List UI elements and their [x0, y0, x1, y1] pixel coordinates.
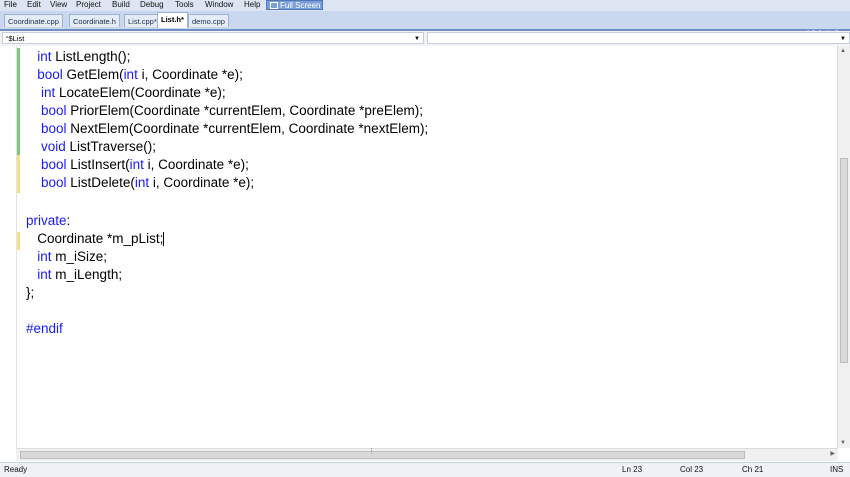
editor-margin	[0, 46, 17, 448]
code-line: bool GetElem(int i, Coordinate *e);	[37, 67, 243, 82]
code-line: int LocateElem(Coordinate *e);	[41, 85, 226, 100]
menu-edit[interactable]: Edit	[27, 0, 41, 10]
code-line: bool PriorElem(Coordinate *currentElem, …	[41, 103, 423, 118]
menu-help[interactable]: Help	[244, 0, 260, 10]
navigation-bar: “$List ▼ ▼	[0, 31, 850, 47]
tab-coordinate-cpp[interactable]: Coordinate.cpp	[4, 14, 63, 27]
status-line: Ln 23	[622, 465, 643, 474]
vertical-scrollbar[interactable]: ▲ ▼	[837, 46, 850, 448]
menu-debug[interactable]: Debug	[140, 0, 164, 10]
horizontal-scroll-thumb[interactable]	[20, 451, 745, 459]
code-line: Coordinate *m_pList;	[26, 231, 165, 247]
status-char: Ch 21	[742, 465, 764, 474]
menu-project[interactable]: Project	[76, 0, 101, 10]
unsaved-change-marker	[17, 232, 20, 250]
chevron-down-icon: ▼	[840, 36, 846, 42]
chevron-down-icon: ▼	[414, 36, 420, 42]
grip-icon: ⋮	[368, 448, 375, 455]
code-line: void ListTraverse();	[41, 139, 157, 154]
status-column: Col 23	[680, 465, 704, 474]
scroll-down-icon[interactable]: ▼	[840, 440, 846, 446]
code-editor[interactable]: int ListLength(); bool GetElem(int i, Co…	[0, 46, 838, 448]
code-line: private:	[26, 213, 71, 228]
code-line: int m_iLength;	[37, 267, 123, 282]
code-line: int m_iSize;	[37, 249, 108, 264]
horizontal-scrollbar[interactable]: ⋮ ▶	[16, 448, 838, 461]
member-scope-combo[interactable]: ▼	[427, 32, 850, 44]
tab-demo-cpp[interactable]: demo.cpp	[188, 14, 229, 27]
code-line: bool ListInsert(int i, Coordinate *e);	[41, 157, 249, 172]
menu-file[interactable]: File	[4, 0, 17, 10]
status-ready: Ready	[4, 465, 28, 474]
code-line: #endif	[26, 321, 63, 336]
menu-bar: File Edit View Project Build Debug Tools…	[0, 0, 850, 11]
scroll-right-icon[interactable]: ▶	[830, 450, 835, 457]
vertical-scroll-thumb[interactable]	[840, 158, 848, 363]
saved-change-marker	[17, 48, 20, 155]
scroll-up-icon[interactable]: ▲	[840, 48, 846, 54]
full-screen-label: Full Screen	[280, 1, 321, 10]
menu-tools[interactable]: Tools	[175, 0, 194, 10]
unsaved-change-marker	[17, 155, 20, 193]
full-screen-button[interactable]: Full Screen	[266, 0, 323, 10]
tab-list-cpp[interactable]: List.cpp*	[124, 14, 161, 27]
full-screen-icon	[270, 2, 278, 10]
status-insert-mode: INS	[830, 465, 844, 474]
menu-view[interactable]: View	[50, 0, 67, 10]
code-line: };	[26, 285, 35, 300]
tab-coordinate-h[interactable]: Coordinate.h	[69, 14, 120, 27]
text-cursor	[163, 232, 165, 247]
menu-build[interactable]: Build	[112, 0, 130, 10]
document-tab-bar: Coordinate.cpp Coordinate.h List.cpp* Li…	[0, 11, 850, 52]
class-scope-value: “$List	[6, 34, 25, 43]
tab-list-h[interactable]: List.h*	[157, 12, 188, 28]
code-line: int ListLength();	[37, 49, 131, 64]
code-line: bool ListDelete(int i, Coordinate *e);	[41, 175, 255, 190]
menu-window[interactable]: Window	[205, 0, 233, 10]
status-bar: Ready Ln 23 Col 23 Ch 21 INS	[0, 462, 850, 477]
class-scope-combo[interactable]: “$List ▼	[2, 32, 424, 44]
code-line: bool NextElem(Coordinate *currentElem, C…	[41, 121, 429, 136]
